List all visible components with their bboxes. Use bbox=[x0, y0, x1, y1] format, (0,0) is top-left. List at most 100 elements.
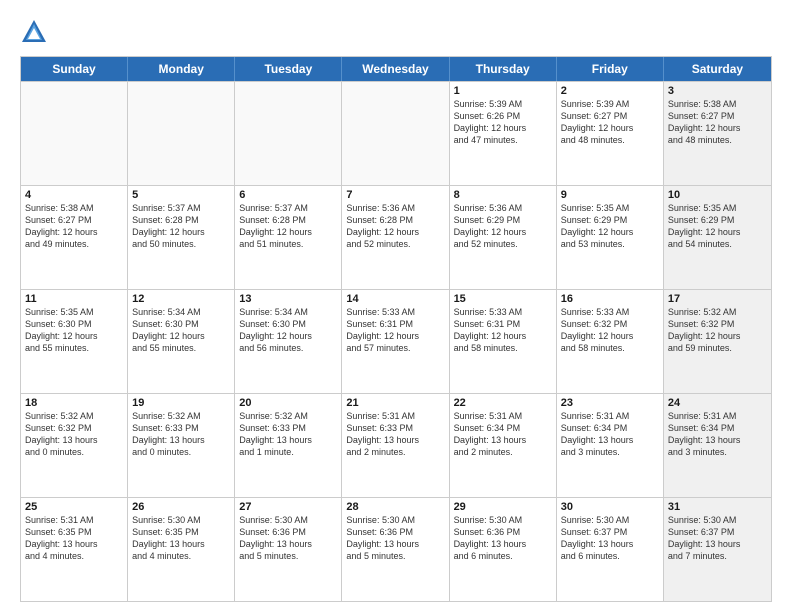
calendar-row-3: 11Sunrise: 5:35 AM Sunset: 6:30 PM Dayli… bbox=[21, 289, 771, 393]
day-number: 20 bbox=[239, 397, 337, 409]
cal-cell-r3-c6: 16Sunrise: 5:33 AM Sunset: 6:32 PM Dayli… bbox=[557, 290, 664, 393]
cal-cell-r3-c2: 12Sunrise: 5:34 AM Sunset: 6:30 PM Dayli… bbox=[128, 290, 235, 393]
cal-cell-r2-c3: 6Sunrise: 5:37 AM Sunset: 6:28 PM Daylig… bbox=[235, 186, 342, 289]
cell-info: Sunrise: 5:30 AM Sunset: 6:35 PM Dayligh… bbox=[132, 514, 230, 563]
cal-cell-r2-c1: 4Sunrise: 5:38 AM Sunset: 6:27 PM Daylig… bbox=[21, 186, 128, 289]
header bbox=[20, 18, 772, 46]
day-number: 18 bbox=[25, 397, 123, 409]
cal-cell-r3-c3: 13Sunrise: 5:34 AM Sunset: 6:30 PM Dayli… bbox=[235, 290, 342, 393]
cal-cell-r5-c6: 30Sunrise: 5:30 AM Sunset: 6:37 PM Dayli… bbox=[557, 498, 664, 601]
day-number: 22 bbox=[454, 397, 552, 409]
cell-info: Sunrise: 5:38 AM Sunset: 6:27 PM Dayligh… bbox=[25, 202, 123, 251]
cal-cell-r5-c4: 28Sunrise: 5:30 AM Sunset: 6:36 PM Dayli… bbox=[342, 498, 449, 601]
cell-info: Sunrise: 5:32 AM Sunset: 6:32 PM Dayligh… bbox=[25, 410, 123, 459]
cell-info: Sunrise: 5:34 AM Sunset: 6:30 PM Dayligh… bbox=[239, 306, 337, 355]
cal-cell-r1-c4 bbox=[342, 82, 449, 185]
cell-info: Sunrise: 5:30 AM Sunset: 6:36 PM Dayligh… bbox=[346, 514, 444, 563]
day-header-sunday: Sunday bbox=[21, 57, 128, 81]
day-number: 21 bbox=[346, 397, 444, 409]
cell-info: Sunrise: 5:31 AM Sunset: 6:34 PM Dayligh… bbox=[561, 410, 659, 459]
cal-cell-r5-c2: 26Sunrise: 5:30 AM Sunset: 6:35 PM Dayli… bbox=[128, 498, 235, 601]
cal-cell-r2-c7: 10Sunrise: 5:35 AM Sunset: 6:29 PM Dayli… bbox=[664, 186, 771, 289]
cal-cell-r5-c1: 25Sunrise: 5:31 AM Sunset: 6:35 PM Dayli… bbox=[21, 498, 128, 601]
cell-info: Sunrise: 5:37 AM Sunset: 6:28 PM Dayligh… bbox=[132, 202, 230, 251]
cell-info: Sunrise: 5:32 AM Sunset: 6:32 PM Dayligh… bbox=[668, 306, 767, 355]
day-number: 30 bbox=[561, 501, 659, 513]
cell-info: Sunrise: 5:31 AM Sunset: 6:33 PM Dayligh… bbox=[346, 410, 444, 459]
cell-info: Sunrise: 5:35 AM Sunset: 6:29 PM Dayligh… bbox=[561, 202, 659, 251]
day-number: 26 bbox=[132, 501, 230, 513]
cal-cell-r1-c3 bbox=[235, 82, 342, 185]
day-number: 28 bbox=[346, 501, 444, 513]
day-header-friday: Friday bbox=[557, 57, 664, 81]
day-number: 12 bbox=[132, 293, 230, 305]
cal-cell-r4-c1: 18Sunrise: 5:32 AM Sunset: 6:32 PM Dayli… bbox=[21, 394, 128, 497]
day-number: 2 bbox=[561, 85, 659, 97]
cal-cell-r4-c3: 20Sunrise: 5:32 AM Sunset: 6:33 PM Dayli… bbox=[235, 394, 342, 497]
calendar-row-2: 4Sunrise: 5:38 AM Sunset: 6:27 PM Daylig… bbox=[21, 185, 771, 289]
cell-info: Sunrise: 5:33 AM Sunset: 6:31 PM Dayligh… bbox=[454, 306, 552, 355]
cal-cell-r1-c5: 1Sunrise: 5:39 AM Sunset: 6:26 PM Daylig… bbox=[450, 82, 557, 185]
day-header-monday: Monday bbox=[128, 57, 235, 81]
cal-cell-r5-c5: 29Sunrise: 5:30 AM Sunset: 6:36 PM Dayli… bbox=[450, 498, 557, 601]
cell-info: Sunrise: 5:34 AM Sunset: 6:30 PM Dayligh… bbox=[132, 306, 230, 355]
cal-cell-r1-c7: 3Sunrise: 5:38 AM Sunset: 6:27 PM Daylig… bbox=[664, 82, 771, 185]
day-number: 8 bbox=[454, 189, 552, 201]
cell-info: Sunrise: 5:35 AM Sunset: 6:29 PM Dayligh… bbox=[668, 202, 767, 251]
day-number: 11 bbox=[25, 293, 123, 305]
cal-cell-r4-c6: 23Sunrise: 5:31 AM Sunset: 6:34 PM Dayli… bbox=[557, 394, 664, 497]
cell-info: Sunrise: 5:32 AM Sunset: 6:33 PM Dayligh… bbox=[132, 410, 230, 459]
cell-info: Sunrise: 5:30 AM Sunset: 6:37 PM Dayligh… bbox=[668, 514, 767, 563]
cell-info: Sunrise: 5:30 AM Sunset: 6:37 PM Dayligh… bbox=[561, 514, 659, 563]
cal-cell-r2-c4: 7Sunrise: 5:36 AM Sunset: 6:28 PM Daylig… bbox=[342, 186, 449, 289]
calendar-row-4: 18Sunrise: 5:32 AM Sunset: 6:32 PM Dayli… bbox=[21, 393, 771, 497]
cal-cell-r2-c2: 5Sunrise: 5:37 AM Sunset: 6:28 PM Daylig… bbox=[128, 186, 235, 289]
cal-cell-r4-c4: 21Sunrise: 5:31 AM Sunset: 6:33 PM Dayli… bbox=[342, 394, 449, 497]
cell-info: Sunrise: 5:31 AM Sunset: 6:35 PM Dayligh… bbox=[25, 514, 123, 563]
cal-cell-r4-c5: 22Sunrise: 5:31 AM Sunset: 6:34 PM Dayli… bbox=[450, 394, 557, 497]
cell-info: Sunrise: 5:36 AM Sunset: 6:29 PM Dayligh… bbox=[454, 202, 552, 251]
cell-info: Sunrise: 5:33 AM Sunset: 6:31 PM Dayligh… bbox=[346, 306, 444, 355]
day-number: 29 bbox=[454, 501, 552, 513]
day-number: 31 bbox=[668, 501, 767, 513]
cell-info: Sunrise: 5:33 AM Sunset: 6:32 PM Dayligh… bbox=[561, 306, 659, 355]
cal-cell-r3-c5: 15Sunrise: 5:33 AM Sunset: 6:31 PM Dayli… bbox=[450, 290, 557, 393]
day-number: 1 bbox=[454, 85, 552, 97]
day-number: 14 bbox=[346, 293, 444, 305]
cal-cell-r1-c6: 2Sunrise: 5:39 AM Sunset: 6:27 PM Daylig… bbox=[557, 82, 664, 185]
cal-cell-r1-c1 bbox=[21, 82, 128, 185]
day-number: 27 bbox=[239, 501, 337, 513]
day-number: 6 bbox=[239, 189, 337, 201]
day-number: 9 bbox=[561, 189, 659, 201]
day-number: 13 bbox=[239, 293, 337, 305]
calendar-row-5: 25Sunrise: 5:31 AM Sunset: 6:35 PM Dayli… bbox=[21, 497, 771, 601]
cell-info: Sunrise: 5:32 AM Sunset: 6:33 PM Dayligh… bbox=[239, 410, 337, 459]
cal-cell-r2-c5: 8Sunrise: 5:36 AM Sunset: 6:29 PM Daylig… bbox=[450, 186, 557, 289]
cal-cell-r1-c2 bbox=[128, 82, 235, 185]
day-number: 16 bbox=[561, 293, 659, 305]
cell-info: Sunrise: 5:36 AM Sunset: 6:28 PM Dayligh… bbox=[346, 202, 444, 251]
cal-cell-r3-c4: 14Sunrise: 5:33 AM Sunset: 6:31 PM Dayli… bbox=[342, 290, 449, 393]
day-number: 24 bbox=[668, 397, 767, 409]
cell-info: Sunrise: 5:37 AM Sunset: 6:28 PM Dayligh… bbox=[239, 202, 337, 251]
cell-info: Sunrise: 5:38 AM Sunset: 6:27 PM Dayligh… bbox=[668, 98, 767, 147]
cell-info: Sunrise: 5:30 AM Sunset: 6:36 PM Dayligh… bbox=[454, 514, 552, 563]
day-number: 23 bbox=[561, 397, 659, 409]
calendar-row-1: 1Sunrise: 5:39 AM Sunset: 6:26 PM Daylig… bbox=[21, 81, 771, 185]
day-number: 17 bbox=[668, 293, 767, 305]
day-number: 25 bbox=[25, 501, 123, 513]
calendar-body: 1Sunrise: 5:39 AM Sunset: 6:26 PM Daylig… bbox=[21, 81, 771, 601]
day-number: 5 bbox=[132, 189, 230, 201]
calendar-header: SundayMondayTuesdayWednesdayThursdayFrid… bbox=[21, 57, 771, 81]
logo bbox=[20, 18, 52, 46]
cell-info: Sunrise: 5:31 AM Sunset: 6:34 PM Dayligh… bbox=[454, 410, 552, 459]
cell-info: Sunrise: 5:39 AM Sunset: 6:26 PM Dayligh… bbox=[454, 98, 552, 147]
cell-info: Sunrise: 5:30 AM Sunset: 6:36 PM Dayligh… bbox=[239, 514, 337, 563]
day-number: 19 bbox=[132, 397, 230, 409]
day-header-tuesday: Tuesday bbox=[235, 57, 342, 81]
cal-cell-r5-c7: 31Sunrise: 5:30 AM Sunset: 6:37 PM Dayli… bbox=[664, 498, 771, 601]
page: SundayMondayTuesdayWednesdayThursdayFrid… bbox=[0, 0, 792, 612]
day-number: 15 bbox=[454, 293, 552, 305]
day-header-saturday: Saturday bbox=[664, 57, 771, 81]
cal-cell-r3-c1: 11Sunrise: 5:35 AM Sunset: 6:30 PM Dayli… bbox=[21, 290, 128, 393]
